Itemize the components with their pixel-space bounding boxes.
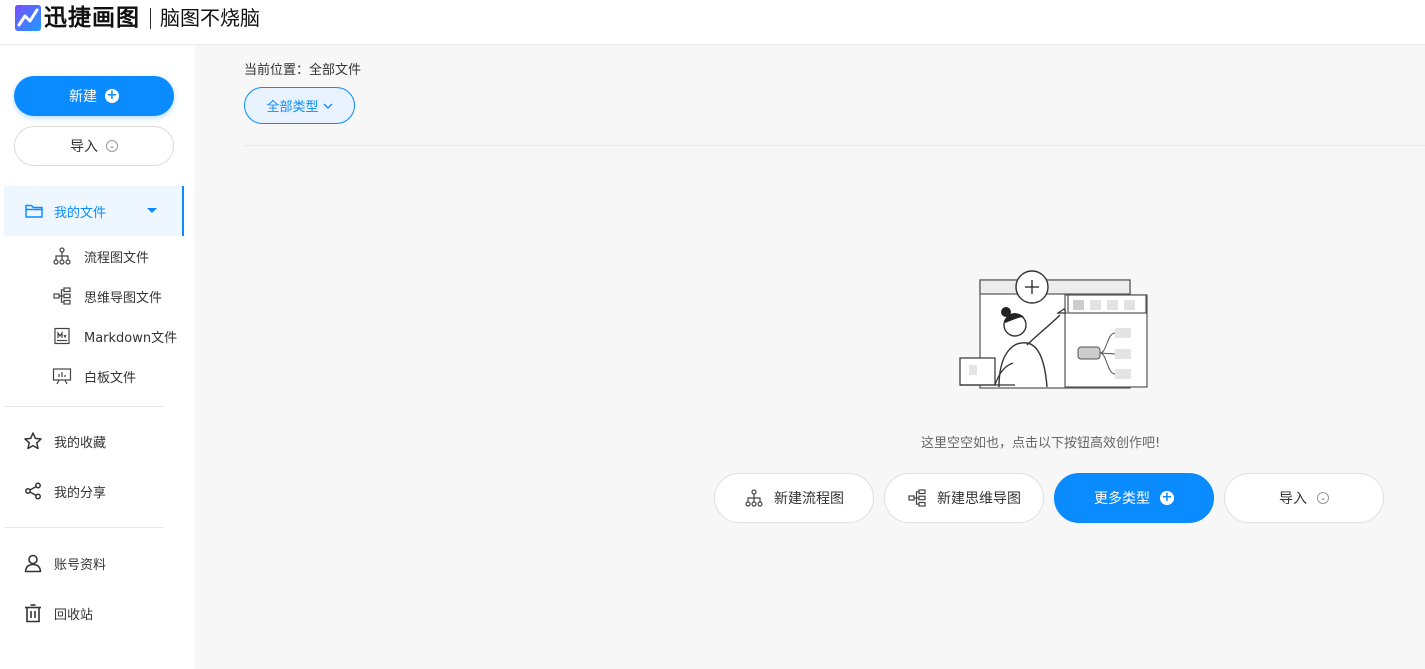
sidebar-item-my-files[interactable]: 我的文件 — [4, 186, 184, 236]
sidebar-item-label: 思维导图文件 — [84, 291, 163, 306]
sidebar-item-label: 我的收藏 — [54, 436, 107, 451]
brand-separator — [150, 8, 151, 29]
sidebar-item-markdown-files[interactable]: Markdown文件 — [0, 316, 194, 356]
sidebar-item-flowchart-files[interactable]: 流程图文件 — [0, 236, 194, 276]
sidebar-item-account[interactable]: 账号资料 — [0, 543, 194, 583]
new-mindmap-button[interactable]: 新建思维导图 — [884, 473, 1044, 523]
sidebar-item-label: 我的文件 — [54, 206, 107, 221]
empty-state-illustration — [959, 270, 1148, 389]
mindmap-icon — [53, 287, 71, 305]
empty-state-message: 这里空空如也，点击以下按钮高效创作吧! — [921, 436, 1161, 451]
trash-icon — [25, 604, 41, 623]
import-button[interactable]: 导入 ⌄ — [14, 126, 174, 166]
caret-down-icon[interactable] — [147, 208, 157, 213]
user-icon — [24, 554, 42, 573]
new-mindmap-label: 新建思维导图 — [937, 491, 1021, 507]
brand-name[interactable]: 迅捷画图 — [44, 3, 140, 33]
type-filter-dropdown[interactable]: 全部类型 — [244, 87, 355, 124]
flowchart-icon — [53, 247, 71, 265]
breadcrumb: 当前位置：全部文件 — [244, 63, 362, 78]
star-icon — [24, 432, 42, 450]
new-button-label: 新建 — [69, 89, 97, 105]
sidebar-divider — [4, 527, 164, 528]
content-divider — [244, 145, 1425, 146]
sidebar: 新建 + 导入 ⌄ 我的文件 流程图文件 思维导图文件 Markdown文件 白… — [0, 46, 194, 669]
import-button-label: 导入 — [70, 139, 98, 155]
flowchart-icon — [745, 489, 763, 507]
sidebar-divider — [4, 406, 164, 407]
sidebar-item-shares[interactable]: 我的分享 — [0, 471, 194, 511]
type-filter-label: 全部类型 — [266, 100, 319, 115]
import-action-label: 导入 — [1279, 491, 1307, 507]
top-header: 迅捷画图 脑图不烧脑 — [0, 0, 1425, 45]
new-flowchart-button[interactable]: 新建流程图 — [714, 473, 874, 523]
more-types-label: 更多类型 — [1094, 491, 1150, 507]
mindmap-icon — [908, 489, 926, 507]
whiteboard-icon — [52, 368, 72, 385]
plus-circle-icon: + — [105, 88, 119, 103]
sidebar-item-whiteboard-files[interactable]: 白板文件 — [0, 356, 194, 396]
sidebar-item-trash[interactable]: 回收站 — [0, 593, 194, 633]
sidebar-item-favorites[interactable]: 我的收藏 — [0, 421, 194, 461]
chevron-down-circle-icon: ⌄ — [1317, 492, 1329, 504]
logo-icon[interactable] — [15, 5, 41, 31]
sidebar-item-label: 账号资料 — [54, 558, 107, 573]
sidebar-item-label: 我的分享 — [54, 486, 107, 501]
new-flowchart-label: 新建流程图 — [774, 491, 844, 507]
brand-slogan: 脑图不烧脑 — [160, 6, 260, 30]
share-icon — [25, 482, 41, 500]
plus-circle-icon: + — [1160, 490, 1174, 505]
folder-icon — [25, 204, 43, 218]
sidebar-item-label: 流程图文件 — [84, 251, 150, 266]
more-types-button[interactable]: 更多类型 + — [1054, 473, 1214, 523]
sidebar-item-label: 回收站 — [54, 608, 94, 623]
chevron-down-icon — [323, 103, 332, 109]
import-action-button[interactable]: 导入 ⌄ — [1224, 473, 1384, 523]
sidebar-item-label: 白板文件 — [84, 371, 137, 386]
markdown-icon — [54, 327, 70, 345]
chevron-down-circle-icon: ⌄ — [106, 140, 118, 152]
sidebar-item-label: Markdown文件 — [84, 331, 178, 346]
sidebar-item-mindmap-files[interactable]: 思维导图文件 — [0, 276, 194, 316]
new-button[interactable]: 新建 + — [14, 76, 174, 116]
